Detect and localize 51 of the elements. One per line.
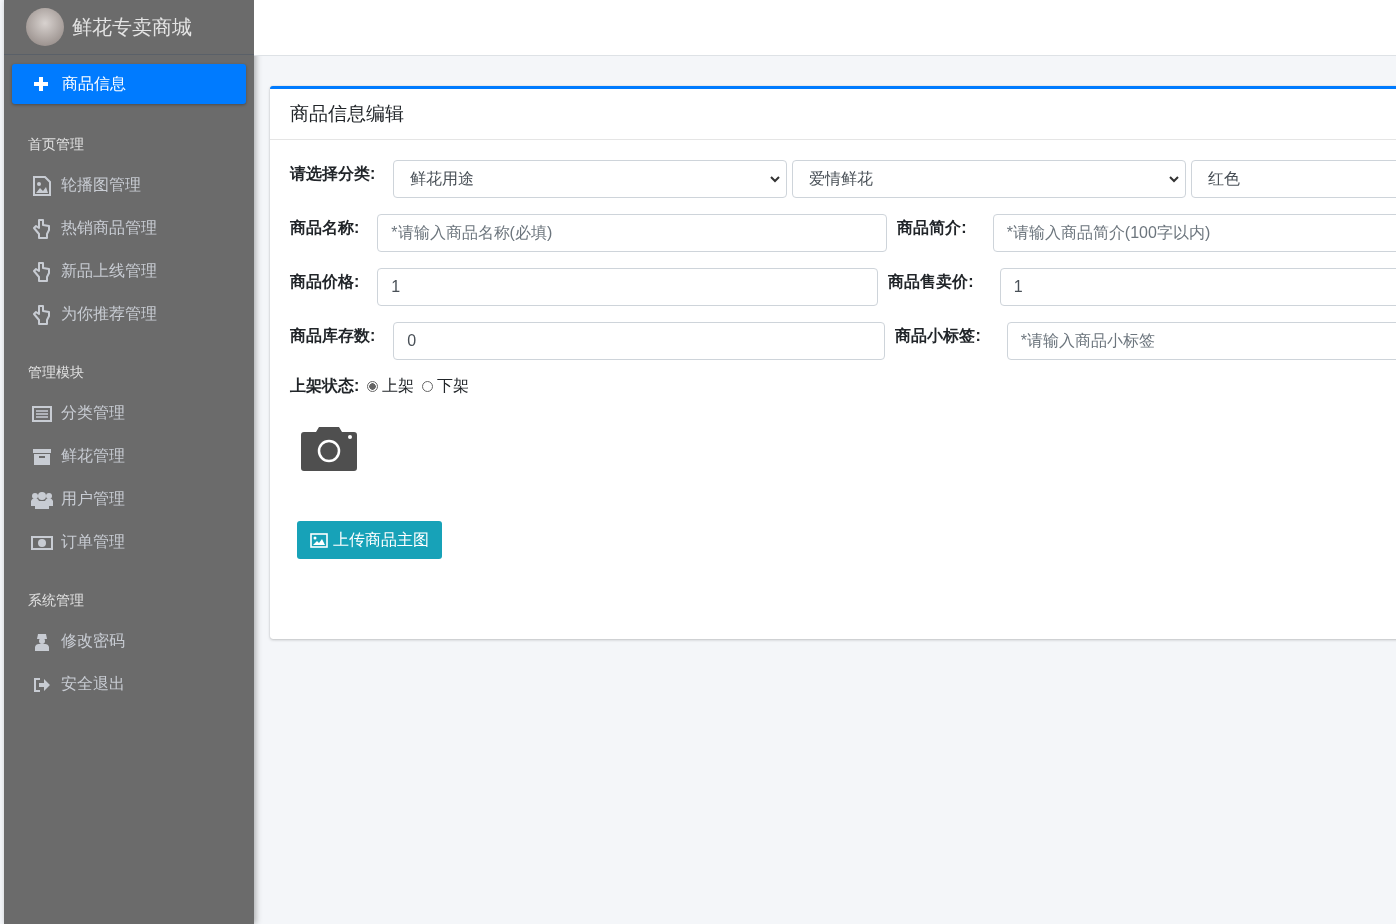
sidebar-item[interactable]: 修改密码 [4,620,254,663]
chevron-down-icon [1169,175,1180,183]
picture-icon [31,175,53,196]
radio-option[interactable]: 下架 [422,376,470,397]
field-label: 商品库存数: [290,326,376,346]
sidebar-item[interactable]: 商品信息 [12,64,246,104]
sidebar-item[interactable]: 为你推荐管理 [4,293,254,336]
sidebar-item[interactable]: 订单管理 [4,521,254,564]
category-select[interactable]: 爱情鲜花 [792,160,1187,198]
field-label: 请选择分类: [290,164,376,184]
category-select[interactable]: 红色 [1191,160,1396,198]
archive-icon [31,447,53,466]
sidebar-item[interactable]: 轮播图管理 [4,164,254,207]
section-heading: 系统管理 [27,591,85,610]
input-field[interactable]: 1 [999,268,1396,306]
users-icon [31,490,53,509]
sidebar-item[interactable]: 分类管理 [4,392,254,435]
field-label: 商品小标签: [895,326,981,346]
pointing-hand-icon [31,304,53,325]
section-heading: 管理模块 [27,363,85,382]
image-icon [310,532,328,548]
plus-icon [34,77,48,91]
list-icon [31,405,53,422]
chevron-down-icon [770,175,781,183]
brand-title: 鲜花专卖商城 [72,14,192,40]
input-field[interactable]: 0 [393,322,886,360]
input-field[interactable]: *请输入商品简介(100字以内) [992,214,1396,252]
pointing-hand-icon [31,218,53,239]
upload-button[interactable]: 上传商品主图 [297,521,442,559]
sign-out-icon [31,676,53,693]
input-field[interactable]: *请输入商品名称(必填) [377,214,888,252]
field-label: 商品价格: [290,272,360,292]
field-label: 商品名称: [290,218,360,238]
sidebar-item[interactable]: 鲜花管理 [4,435,254,478]
sidebar-item[interactable]: 用户管理 [4,478,254,521]
sidebar-item[interactable]: 热销商品管理 [4,207,254,250]
sidebar-item[interactable]: 安全退出 [4,663,254,706]
section-heading: 首页管理 [27,135,85,154]
radio-option[interactable]: 上架 [367,376,415,397]
sidebar-item[interactable]: 新品上线管理 [4,250,254,293]
input-field[interactable]: *请输入商品小标签 [1006,322,1396,360]
camera-icon [301,427,357,471]
banknote-icon [31,535,53,550]
input-field[interactable]: 1 [377,268,879,306]
category-select[interactable]: 鲜花用途 [393,160,788,198]
avatar-icon [26,8,64,46]
pointing-hand-icon [31,261,53,282]
card-title: 商品信息编辑 [270,89,1396,140]
field-label: 上架状态: [290,376,360,396]
field-label: 商品简介: [897,218,967,238]
field-label: 商品售卖价: [888,272,974,292]
